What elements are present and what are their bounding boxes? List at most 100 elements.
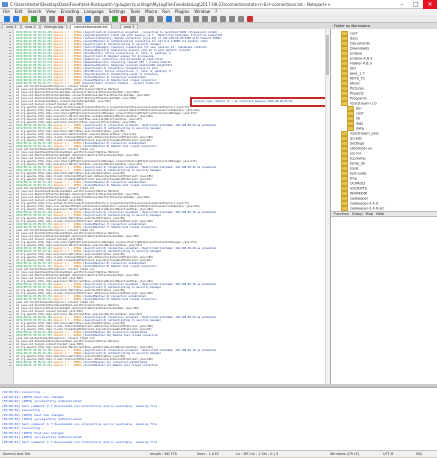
folder-label: Programs: [350, 96, 367, 101]
panel-tab-function[interactable]: Function: [334, 212, 349, 216]
menu-item-file[interactable]: File: [3, 9, 10, 14]
menu-item-settings[interactable]: Settings: [109, 9, 125, 14]
line-number: [9, 80, 11, 81]
menu-item-edit[interactable]: Edit: [15, 9, 23, 14]
menu-item-window[interactable]: Window: [194, 9, 210, 14]
line-number: [9, 251, 11, 252]
panel-tab-map[interactable]: Map: [366, 212, 373, 216]
toolbar-button-icon[interactable]: [247, 16, 253, 22]
line-number: [9, 65, 11, 66]
line-number: [9, 227, 11, 228]
menu-item-encoding[interactable]: Encoding: [61, 9, 79, 14]
line-number: [9, 128, 11, 129]
menu-item-view[interactable]: View: [46, 9, 56, 14]
line-number: [9, 200, 11, 201]
line-number: [9, 284, 11, 285]
folder-label: Music: [350, 81, 360, 86]
menu-item--[interactable]: ?: [215, 9, 217, 14]
toolbar-button-icon[interactable]: [40, 16, 46, 22]
toolbar-button-icon[interactable]: [184, 16, 190, 22]
line-number: [9, 278, 11, 279]
line-number: [9, 38, 11, 39]
folder-label: docs: [350, 36, 359, 41]
console-line: [09:09:51] Sent command: b Y Downloaded …: [2, 439, 158, 444]
folder-label: eclipse: [350, 51, 363, 56]
menu-item-search[interactable]: Search: [27, 9, 41, 14]
toolbar-button-icon[interactable]: [13, 16, 19, 22]
line-number: [9, 191, 11, 192]
line-number: [9, 137, 11, 138]
minimize-button[interactable]: –: [395, 0, 409, 9]
toolbar-button-icon[interactable]: [175, 16, 181, 22]
vertical-scrollbar[interactable]: [325, 29, 330, 384]
console-line: [09:09:49] [INFO] successfully authentic…: [2, 399, 82, 403]
console-line: [09:09:50] [INFO] Host has changed: [2, 412, 64, 417]
toolbar-button-icon[interactable]: [229, 16, 235, 22]
folder-label: temp_dir: [350, 161, 366, 166]
toolbar-button-icon[interactable]: [139, 16, 145, 22]
toolbar-button-icon[interactable]: [220, 16, 226, 22]
toolbar-button-icon[interactable]: [49, 16, 55, 22]
line-number: [9, 116, 11, 117]
line-number: [9, 35, 11, 36]
log-message: (SocketHandler-6) Remote host closed con…: [83, 184, 157, 187]
toolbar-button-icon[interactable]: [94, 16, 100, 22]
toolbar-button-icon[interactable]: [238, 16, 244, 22]
line-number: [9, 290, 11, 291]
toolbar-button-icon[interactable]: [130, 16, 136, 22]
line-number: [9, 221, 11, 222]
toolbar-button-icon[interactable]: [58, 16, 64, 22]
line-number: [9, 320, 11, 321]
toolbar-button-icon[interactable]: [4, 16, 10, 22]
line-number: [9, 293, 11, 294]
toolbar-button-icon[interactable]: [22, 16, 28, 22]
toolbar-button-icon[interactable]: [193, 16, 199, 22]
line-number: [9, 335, 11, 336]
line-number: [9, 86, 11, 87]
folder-label: Settings: [350, 141, 365, 146]
scrollbar-thumb[interactable]: [326, 35, 329, 75]
folder-label: conf: [356, 111, 364, 116]
folder-label: Downloads: [350, 46, 370, 51]
menu-item-run[interactable]: Run: [162, 9, 170, 14]
menu-item-macro[interactable]: Macro: [145, 9, 157, 14]
folder-label: Scripts: [350, 136, 362, 141]
toolbar-button-icon[interactable]: [166, 16, 172, 22]
toolbar-button-icon[interactable]: [202, 16, 208, 22]
line-number: [9, 134, 11, 135]
line-number: [9, 305, 11, 306]
line-number: [9, 215, 11, 216]
panel-tab-hide[interactable]: Hide: [376, 212, 384, 216]
toolbar-button-icon[interactable]: [112, 16, 118, 22]
maximize-button[interactable]: □: [409, 0, 423, 9]
close-button[interactable]: ✕: [423, 0, 437, 9]
menu-item-plugins[interactable]: Plugins: [175, 9, 189, 14]
line-number: [9, 62, 11, 63]
line-number: [9, 71, 11, 72]
line-number: [9, 107, 11, 108]
line-number: [9, 353, 11, 354]
line-number: [9, 95, 11, 96]
toolbar-button-icon[interactable]: [103, 16, 109, 22]
line-number: [9, 344, 11, 345]
line-number: [9, 59, 11, 60]
panel-tab-group[interactable]: Group: [352, 212, 363, 216]
toolbar-button-icon[interactable]: [148, 16, 154, 22]
toolbar-button-icon[interactable]: [157, 16, 163, 22]
menu-item-language[interactable]: Language: [84, 9, 104, 14]
line-number: [9, 125, 11, 126]
toolbar-button-icon[interactable]: [121, 16, 127, 22]
line-number: [9, 185, 11, 186]
toolbar-button-icon[interactable]: [67, 16, 73, 22]
editor[interactable]: 2019/08/26 09:09:49.260 Append 1 ? - DEB…: [0, 29, 331, 384]
toolbar-button-icon[interactable]: [211, 16, 217, 22]
app-icon: [2, 2, 8, 7]
folder-label: ISO: [350, 66, 357, 71]
line-number: [9, 230, 11, 231]
menu-item-tools[interactable]: Tools: [130, 9, 140, 14]
line-number: [9, 356, 11, 357]
toolbar-button-icon[interactable]: [31, 16, 37, 22]
toolbar-button-icon[interactable]: [85, 16, 91, 22]
toolbar-button-icon[interactable]: [76, 16, 82, 22]
console-line: [09:09:51] [INFO] successfully authentic…: [2, 435, 82, 439]
